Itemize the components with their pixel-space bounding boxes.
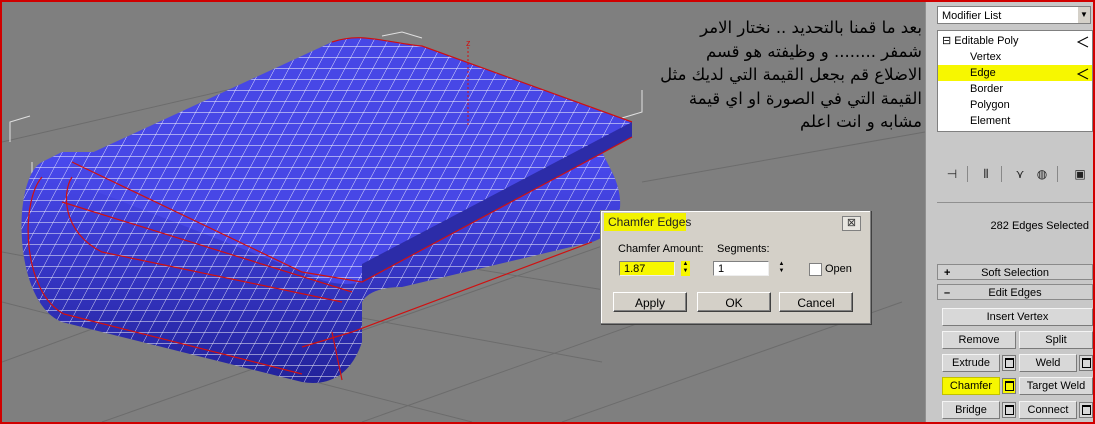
stack-item-border[interactable]: Border [938,81,1092,97]
extrude-settings-icon[interactable] [1002,355,1016,371]
weld-settings-icon[interactable] [1079,355,1093,371]
bridge-settings-icon[interactable] [1002,402,1016,418]
dialog-title-bar[interactable]: Chamfer Edges ⊠ [604,213,865,231]
chevron-down-icon[interactable]: ▼ [1078,7,1090,23]
perspective-viewport[interactable]: z بعد ما قمنا بالتحديد .. نختار الامر شم… [2,2,925,422]
close-icon[interactable]: ⊠ [842,216,861,231]
spinner-down-icon[interactable]: ▼ [777,268,786,275]
divider [937,202,1093,203]
chamfer-amount-label: Chamfer Amount: [618,243,704,255]
collapse-icon: – [944,287,951,299]
soft-selection-rollout[interactable]: + Soft Selection [937,264,1093,280]
apply-button[interactable]: Apply [613,292,687,312]
stack-item-edge[interactable]: Edge [938,65,1092,81]
stack-item-editable-poly[interactable]: ⊟ Editable Poly [938,33,1092,49]
selection-info: 282 Edges Selected [990,220,1089,232]
modifier-list-label: Modifier List [942,10,1002,22]
stack-item-vertex[interactable]: Vertex [938,49,1092,65]
expand-icon: + [944,267,951,279]
screenshot-frame: z بعد ما قمنا بالتحديد .. نختار الامر شم… [0,0,1095,424]
edit-edges-label: Edit Edges [988,287,1042,299]
segments-spinner[interactable]: ▲ ▼ [777,261,786,276]
light-bulb-icon[interactable] [1076,36,1090,48]
connect-button[interactable]: Connect [1019,401,1077,419]
ok-button[interactable]: OK [697,292,771,312]
open-label: Open [825,263,852,275]
edit-edges-rollout[interactable]: – Edit Edges [937,284,1093,300]
chamfer-amount-spinner[interactable]: ▲ ▼ [681,261,690,276]
active-level-icon [1076,68,1089,80]
spinner-up-icon[interactable]: ▲ [681,261,690,268]
configure-modifier-sets-icon[interactable]: ▣ [1071,165,1089,183]
stack-toolbar: ⊣ ⫴ ⋎ ◍ ▣ [937,162,1093,186]
spinner-up-icon[interactable]: ▲ [777,261,786,268]
make-unique-icon[interactable]: ⋎ [1011,165,1029,183]
collapse-icon[interactable]: ⊟ [942,35,951,47]
insert-vertex-button[interactable]: Insert Vertex [942,308,1093,326]
modifier-stack: ⊟ Editable Poly Vertex Edge Border Polyg… [937,30,1093,132]
weld-button[interactable]: Weld [1019,354,1077,372]
annotation-line: مشابه و انت اعلم [800,112,922,131]
split-button[interactable]: Split [1019,331,1093,349]
bridge-button[interactable]: Bridge [942,401,1000,419]
stack-item-element[interactable]: Element [938,113,1092,129]
soft-selection-label: Soft Selection [981,267,1049,279]
chamfer-button[interactable]: Chamfer [942,377,1000,395]
show-end-result-icon[interactable]: ⫴ [977,165,995,183]
annotation-line: بعد ما قمنا بالتحديد .. نختار الامر [700,18,922,37]
dialog-title: Chamfer Edges [608,215,692,229]
stack-item-edge-label: Edge [970,67,996,79]
remove-button[interactable]: Remove [942,331,1016,349]
mesh-object[interactable] [21,37,633,383]
segments-input[interactable]: 1 [713,261,769,276]
segments-label: Segments: [717,243,770,255]
arabic-annotation: بعد ما قمنا بالتحديد .. نختار الامر شمفر… [650,16,922,134]
extrude-button[interactable]: Extrude [942,354,1000,372]
remove-modifier-icon[interactable]: ◍ [1033,165,1051,183]
chamfer-edges-dialog: Chamfer Edges ⊠ Chamfer Amount: Segments… [600,210,871,324]
annotation-line: الاضلاع قم بجعل القيمة التي لديك مثل [660,65,922,84]
annotation-line: شمفر ........ و وظيفته هو قسم [705,41,922,61]
stack-root-label: Editable Poly [954,35,1019,47]
target-weld-button[interactable]: Target Weld [1019,377,1093,395]
spinner-down-icon[interactable]: ▼ [681,268,690,275]
connect-settings-icon[interactable] [1079,402,1093,418]
chamfer-settings-icon[interactable] [1002,378,1016,394]
pin-stack-icon[interactable]: ⊣ [943,165,961,183]
chamfer-amount-input[interactable]: 1.87 [619,261,675,276]
z-axis-label: z [466,38,471,48]
cancel-button[interactable]: Cancel [779,292,853,312]
modifier-list-dropdown[interactable]: Modifier List ▼ [937,6,1091,24]
stack-item-polygon[interactable]: Polygon [938,97,1092,113]
annotation-line: القيمة التي في الصورة او اي قيمة [688,88,922,108]
open-checkbox[interactable] [809,263,822,276]
command-panel: Modifier List ▼ ⊟ Editable Poly Vertex E… [925,2,1093,422]
